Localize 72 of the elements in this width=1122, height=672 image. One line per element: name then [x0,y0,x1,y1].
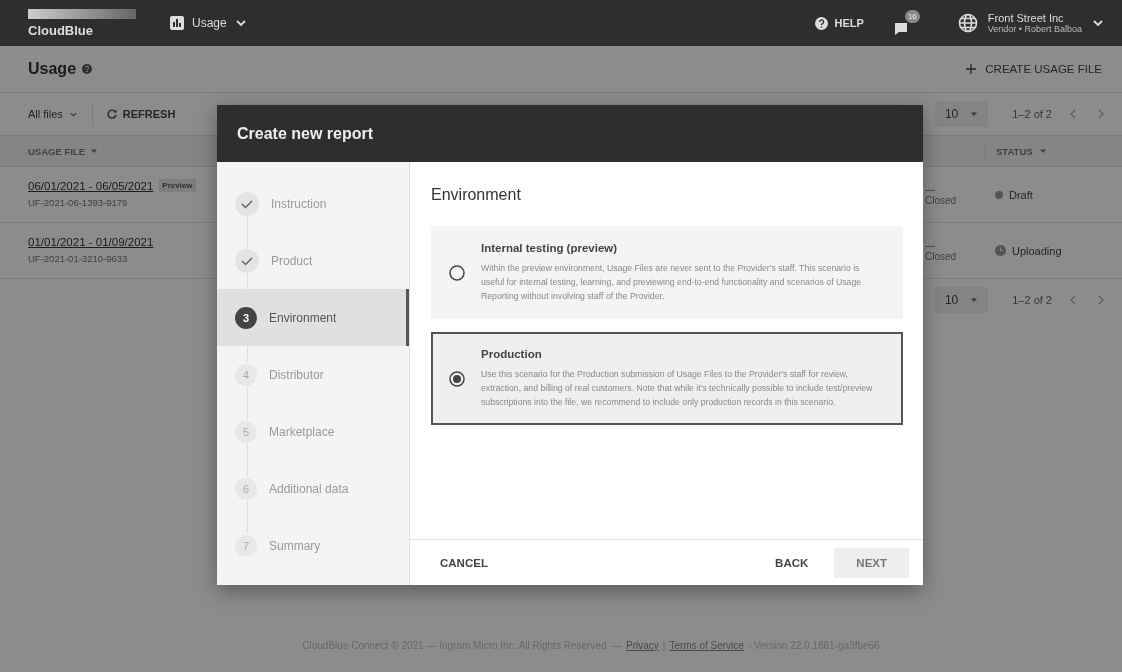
radio-button[interactable] [449,264,465,281]
help-button[interactable]: HELP [815,16,864,30]
rows-per-page-select[interactable]: 10 [934,287,989,313]
usage-file-id: UF-2021-06-1393-9179 [28,197,128,208]
check-icon [235,248,259,273]
preview-tag: Preview [159,179,196,192]
refresh-icon [106,109,117,119]
table-cell-text: Closed [925,194,958,206]
step-item[interactable]: 4 Distributor [217,346,409,403]
filter-dropdown[interactable]: All files [28,108,78,120]
plus-icon [966,64,977,74]
rows-per-page-select[interactable]: 10 [934,101,989,127]
option-title: Internal testing (preview) [481,242,619,254]
globe-icon [957,13,978,33]
step-number: 3 [235,306,257,329]
refresh-button[interactable]: REFRESH [106,108,176,120]
terms-link[interactable]: Terms of Service [669,639,744,651]
option-title: Production [481,348,543,360]
step-item[interactable]: 3 Environment [217,289,409,346]
step-number: 6 [235,477,257,500]
usage-file-id: UF-2021-01-3210-9633 [28,252,128,264]
chevron-down-icon [1092,17,1104,29]
caret-down-icon [970,110,979,118]
step-number: 4 [235,363,257,386]
section-heading: Environment [431,186,522,204]
status-text: Uploading [1012,244,1062,257]
step-item[interactable]: 7 Summary [217,517,409,574]
separator-text: | [662,639,666,651]
privacy-link[interactable]: Privacy [626,639,659,651]
column-header[interactable]: STATUS [985,142,1122,160]
create-usage-file-button[interactable]: CREATE USAGE FILE [966,63,1102,75]
table-cell-text: Closed [925,250,958,262]
option-card[interactable] [431,332,903,425]
notifications-button[interactable]: 16 [893,10,920,36]
back-button[interactable]: BACK [763,547,821,578]
status-text: Draft [1009,188,1033,201]
radio-button[interactable] [449,370,465,387]
step-item[interactable]: 6 Additional data [217,460,409,517]
notification-badge: 16 [904,10,920,23]
option-description: Within the preview environment, Usage Files are never sent to the Provider's staff. This scenario is useful for internal testing, learning, and previewing end-to-end functionality and scenarios of Usage Reporting without involving staff of the Provider. [481,262,863,303]
chevron-down-icon [234,17,247,29]
caret-down-icon [1038,147,1047,155]
chart-icon [170,16,184,30]
step-number: 5 [235,420,257,443]
table-cell-text: — [925,183,936,195]
logo[interactable]: CloudBlue [28,8,138,38]
clock-icon [995,245,1006,256]
page-range: 1–2 of 2 [1012,294,1052,306]
step-item[interactable]: Instruction [217,175,409,232]
account-role: Vendor • Robert Balboa [987,24,1082,34]
check-icon [235,191,259,216]
help-icon [815,16,829,30]
account-name: Front Street Inc [987,12,1065,24]
caret-down-icon [970,296,979,304]
page-range: 1–2 of 2 [1012,108,1052,120]
column-header[interactable]: USAGE FILE [0,145,300,157]
account-menu[interactable]: Front Street Inc Vendor • Robert Balboa [957,12,1104,34]
module-switcher[interactable]: Usage [170,16,247,30]
next-button[interactable]: NEXT [834,547,909,578]
cancel-button[interactable]: CANCEL [428,547,500,578]
option-description: Use this scenario for the Production submission of Usage Files to the Provider's staff for review, extraction, and billing of real customers. Note that while it's technically possible to include test/preview subscriptions into the file, we recommend to include only production records in this scenario. [481,368,874,409]
status-dot [995,190,1003,199]
table-cell-text: — [925,239,936,251]
step-item[interactable]: 5 Marketplace [217,403,409,460]
step-item[interactable]: Product [217,232,409,289]
dialog-title: Create new report [237,124,374,143]
usage-file-link[interactable]: 06/01/2021 - 06/05/2021 [28,179,154,192]
usage-file-link[interactable]: 01/01/2021 - 01/09/2021 [28,235,154,248]
caret-down-icon [90,147,98,155]
step-number: 7 [235,534,257,557]
help-icon[interactable] [82,64,93,74]
page-title: Usage [28,60,77,78]
